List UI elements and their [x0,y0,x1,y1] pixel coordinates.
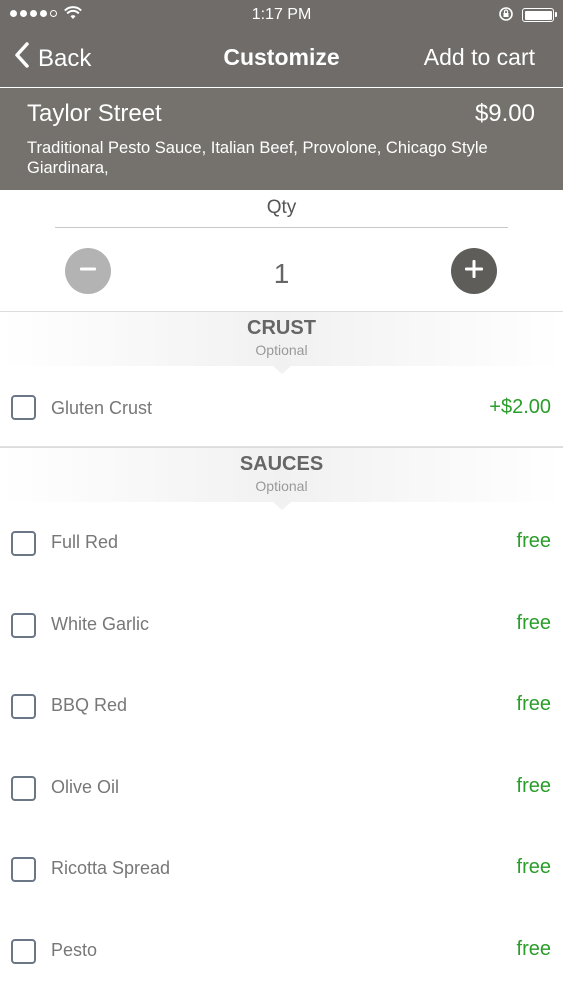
checkbox-icon[interactable] [11,776,36,801]
item-price: $9.00 [474,100,535,127]
checkbox-icon[interactable] [11,857,36,882]
option-price: free [516,693,551,715]
top-bar: 1:17 PM Back Customize Add to cart [0,0,563,87]
section-subtitle: Optional [255,478,308,494]
option-row-ricotta-spread[interactable]: Ricotta Spread free [0,839,563,899]
battery-icon [522,8,557,22]
checkbox-icon[interactable] [11,694,36,719]
option-row-gluten-crust[interactable]: Gluten Crust +$2.00 [0,377,563,447]
quantity-stepper: 1 [0,240,563,306]
qty-label: Qty [55,197,508,228]
option-label: Olive Oil [51,777,120,797]
option-label: Pesto [51,940,98,960]
plus-icon [463,258,485,285]
item-name: Taylor Street [27,100,162,127]
option-price: free [516,775,551,797]
checkbox-icon[interactable] [11,613,36,638]
add-to-cart-button[interactable]: Add to cart [424,44,535,71]
option-row-bbq-red[interactable]: BBQ Red free [0,676,563,736]
option-price: free [516,938,551,960]
option-row-pesto[interactable]: Pesto free [0,921,563,981]
nav-bar: Back Customize Add to cart [0,30,563,87]
section-header-sauces: SAUCES Optional [0,447,563,510]
item-description: Traditional Pesto Sauce, Italian Beef, P… [27,139,488,177]
checkbox-icon[interactable] [11,531,36,556]
option-label: Full Red [51,532,119,552]
section-header-crust: CRUST Optional [0,311,563,374]
increase-qty-button[interactable] [451,248,497,294]
option-row-olive-oil[interactable]: Olive Oil free [0,758,563,818]
option-price: free [516,612,551,634]
status-time: 1:17 PM [251,6,312,23]
option-label: Ricotta Spread [51,858,171,878]
checkbox-icon[interactable] [11,395,36,420]
option-label: Gluten Crust [51,398,153,418]
option-label: White Garlic [51,614,150,634]
option-row-white-garlic[interactable]: White Garlic free [0,595,563,655]
option-price: +$2.00 [489,396,551,418]
option-row-full-red[interactable]: Full Red free [0,513,563,573]
status-bar: 1:17 PM [0,0,563,30]
section-subtitle: Optional [255,342,308,358]
section-title: CRUST [247,317,316,339]
item-header: Taylor Street $9.00 Traditional Pesto Sa… [0,88,563,190]
checkbox-icon[interactable] [11,939,36,964]
option-label: BBQ Red [51,695,128,715]
orientation-lock-icon [498,6,514,27]
option-price: free [516,856,551,878]
option-price: free [516,530,551,552]
section-title: SAUCES [239,453,324,475]
